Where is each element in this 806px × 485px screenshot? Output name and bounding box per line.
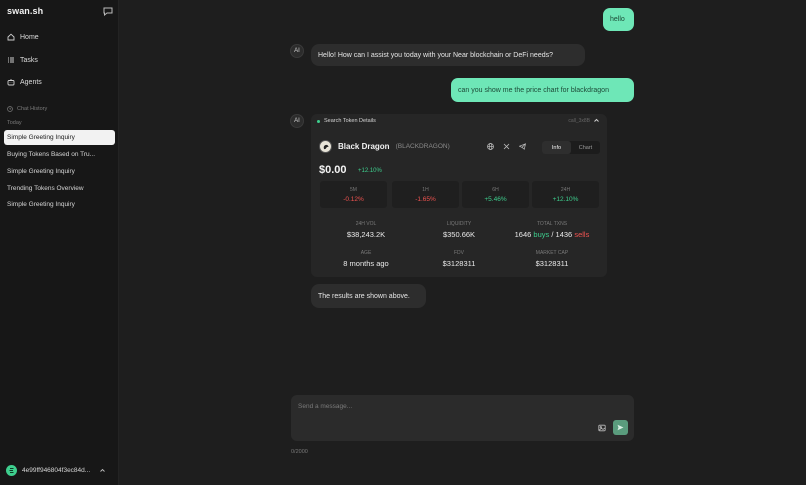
period-stat-6h: 6H +5.46% [462, 181, 529, 208]
metric-total-txns: TOTAL TXNS 1646 buys / 1436 sells [514, 221, 590, 239]
status-dot [317, 119, 320, 123]
tool-header: Search Token Details [317, 118, 376, 124]
metric-age: AGE 8 months ago [343, 250, 389, 268]
tab-info[interactable]: Info [542, 141, 571, 154]
tool-title: Search Token Details [324, 118, 376, 124]
image-attach-icon[interactable] [598, 424, 606, 432]
chat-history-heading: Chat History [7, 106, 47, 112]
agents-icon [7, 79, 15, 86]
today-label: Today [7, 120, 22, 126]
ai-avatar: AI [290, 44, 304, 58]
ai-message: Hello! How can I assist you today with y… [311, 44, 585, 66]
metric-fdv: FDV $3128311 [442, 250, 476, 268]
chevron-up-icon[interactable] [99, 467, 106, 474]
history-item[interactable]: Simple Greeting Inquiry [4, 130, 115, 145]
ai-message: The results are shown above. [311, 284, 426, 308]
nav-tasks-label: Tasks [20, 56, 38, 64]
nav-agents-label: Agents [20, 78, 42, 86]
nav-tasks[interactable]: Tasks [7, 54, 38, 66]
token-price: $0.00 [319, 164, 347, 176]
character-counter: 0/2000 [291, 449, 308, 455]
history-item[interactable]: Simple Greeting Inquiry [4, 197, 115, 212]
brand-logo[interactable]: swan.sh [7, 6, 43, 16]
wallet-address: 4e99ff946804f3ec84d... [22, 467, 91, 474]
sidebar: swan.sh Home Tasks Agents Chat History T… [0, 0, 119, 485]
token-symbol: (BLACKDRAGON) [395, 143, 450, 150]
nav-home-label: Home [20, 33, 39, 41]
user-message: can you show me the price chart for blac… [451, 78, 634, 102]
tasks-icon [8, 57, 14, 63]
wallet-logo-icon [9, 468, 14, 473]
clock-icon [7, 106, 13, 112]
metric-24h-volume: 24H VOL $38,243.2K [346, 221, 386, 239]
telegram-icon[interactable] [519, 143, 526, 150]
ai-avatar: AI [290, 114, 304, 128]
x-twitter-icon[interactable] [503, 143, 510, 150]
token-header: Black Dragon (BLACKDRAGON) [319, 140, 450, 153]
send-icon [617, 424, 624, 431]
user-message: hello [603, 8, 634, 31]
nav-agents[interactable]: Agents [7, 76, 42, 88]
history-item[interactable]: Trending Tokens Overview [4, 181, 115, 196]
tool-call-id: call_3x8B [568, 118, 590, 124]
metric-market-cap: MARKET CAP $3128311 [535, 250, 569, 268]
new-chat-icon[interactable] [103, 7, 113, 16]
send-button[interactable] [613, 420, 628, 435]
collapse-chevron-icon[interactable] [593, 117, 600, 124]
period-stat-5m: 5M -0.12% [320, 181, 387, 208]
token-logo [319, 140, 332, 153]
wallet-account[interactable]: 4e99ff946804f3ec84d... [6, 465, 106, 476]
token-name: Black Dragon [338, 142, 390, 151]
message-input[interactable] [298, 403, 578, 410]
view-toggle: Info Chart [542, 141, 600, 154]
history-item[interactable]: Simple Greeting Inquiry [4, 164, 115, 179]
dragon-icon [323, 144, 328, 149]
message-composer [291, 395, 634, 441]
period-stat-1h: 1H -1.65% [392, 181, 459, 208]
history-item[interactable]: Buying Tokens Based on Tru... [4, 147, 115, 162]
home-icon [7, 33, 15, 41]
token-details-card: Search Token Details call_3x8B Black Dra… [311, 114, 607, 277]
nav-home[interactable]: Home [7, 31, 39, 43]
period-stat-24h: 24H +12.10% [532, 181, 599, 208]
metric-liquidity: LIQUIDITY $350.66K [442, 221, 476, 239]
token-links [487, 143, 526, 150]
wallet-avatar [6, 465, 17, 476]
price-change: +12.10% [358, 168, 382, 174]
globe-icon[interactable] [487, 143, 494, 150]
tab-chart[interactable]: Chart [571, 141, 600, 154]
